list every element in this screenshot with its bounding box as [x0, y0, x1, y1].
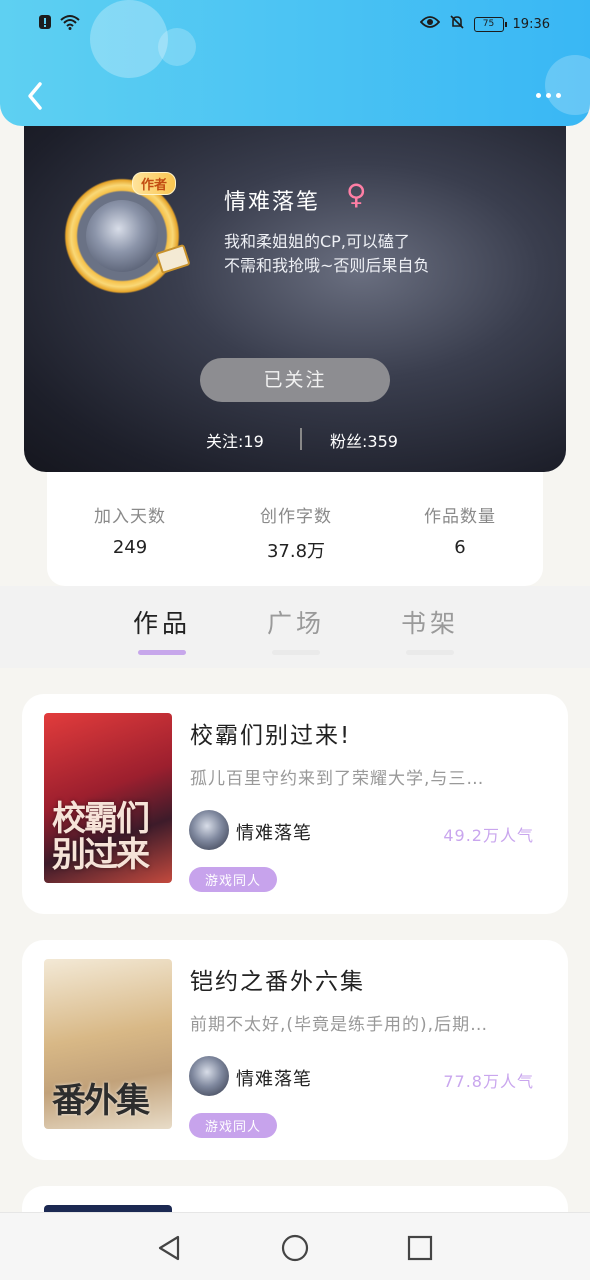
- popularity: 77.8万人气: [443, 1072, 534, 1091]
- author-name[interactable]: 情难落笔: [236, 1065, 312, 1091]
- following-count[interactable]: 关注:19: [206, 428, 264, 452]
- avatar: [86, 200, 158, 272]
- genre-tag[interactable]: 游戏同人: [189, 867, 278, 892]
- tab-bar: 作品 广场 书架: [0, 586, 590, 668]
- battery-indicator: 75: [473, 17, 507, 32]
- author-avatar-frame[interactable]: 作者: [62, 168, 191, 296]
- tab-label: 广场: [266, 609, 325, 638]
- genre-tag[interactable]: 游戏同人: [189, 1113, 278, 1138]
- stat-value: 249: [112, 537, 148, 558]
- wifi-icon: [60, 14, 80, 35]
- status-bar: 75 19:36: [0, 10, 590, 40]
- work-card[interactable]: 校霸们别过来 校霸们别过来! 孤儿百里守约来到了荣耀大学,与三… 情难落笔 49…: [22, 694, 568, 914]
- tab-indicator: [272, 650, 320, 655]
- cover-title: 校霸们别过来: [52, 799, 150, 875]
- top-header: 75 19:36: [0, 0, 590, 126]
- more-dots-icon: [535, 92, 541, 98]
- nav-back-icon: [158, 1235, 180, 1261]
- author-name[interactable]: 情难落笔: [236, 819, 312, 845]
- author-badge: 作者: [132, 172, 177, 195]
- stat-work-count: 作品数量 6: [400, 502, 520, 558]
- bio: 我和柔姐姐的CP,可以磕了 不需和我抢哦~否则后果自负: [224, 230, 524, 278]
- system-nav-bar: [0, 1212, 590, 1280]
- author-avatar[interactable]: [189, 1056, 229, 1096]
- username: 情难落笔: [224, 190, 321, 215]
- author-avatar[interactable]: [189, 810, 229, 850]
- fans-count[interactable]: 粉丝:359: [330, 428, 398, 452]
- book-cover[interactable]: 番外集: [44, 959, 172, 1129]
- nav-home-icon: [281, 1234, 309, 1262]
- tab-bookshelf[interactable]: 书架: [390, 604, 470, 655]
- popularity: 49.2万人气: [443, 826, 534, 845]
- book-cover[interactable]: 校霸们别过来: [44, 713, 172, 883]
- bell-mute-icon: [449, 14, 465, 35]
- stats-card: 加入天数 249 创作字数 37.8万 作品数量 6: [47, 472, 543, 586]
- nav-recent-icon: [407, 1235, 433, 1261]
- stat-join-days: 加入天数 249: [70, 502, 190, 558]
- work-title[interactable]: 铠约之番外六集: [190, 962, 365, 996]
- bio-line: 我和柔姐姐的CP,可以磕了: [224, 232, 410, 251]
- clock: 19:36: [512, 17, 550, 32]
- stat-label: 加入天数: [94, 507, 166, 527]
- divider: [300, 428, 302, 450]
- work-card[interactable]: 番外集 铠约之番外六集 前期不太好,(毕竟是练手用的),后期… 情难落笔 77.…: [22, 940, 568, 1160]
- work-title[interactable]: 校霸们别过来!: [190, 716, 351, 750]
- eye-icon: [419, 15, 440, 34]
- work-description: 前期不太好,(毕竟是练手用的),后期…: [190, 1015, 489, 1035]
- tab-indicator: [406, 650, 454, 655]
- nav-home-button[interactable]: [278, 1231, 312, 1265]
- more-button[interactable]: [530, 80, 566, 110]
- stat-value: 6: [454, 537, 466, 558]
- nav-back-button[interactable]: [152, 1231, 186, 1265]
- tab-indicator: [138, 650, 186, 655]
- tab-label: 书架: [400, 609, 459, 638]
- stat-value: 37.8万: [266, 541, 326, 562]
- nav-recent-button[interactable]: [403, 1231, 437, 1265]
- profile-card: 作者 情难落笔 ♀ 我和柔姐姐的CP,可以磕了 不需和我抢哦~否则后果自负 已关…: [24, 126, 566, 472]
- chevron-left-icon: [28, 82, 42, 110]
- cover-title: 番外集: [52, 1081, 150, 1121]
- female-icon: ♀: [346, 178, 367, 211]
- alert-icon: [38, 14, 52, 35]
- follow-stats: 关注:19 粉丝:359: [24, 426, 566, 452]
- stat-word-count: 创作字数 37.8万: [236, 502, 356, 563]
- stat-label: 作品数量: [424, 507, 496, 527]
- tab-plaza[interactable]: 广场: [256, 604, 336, 655]
- follow-button[interactable]: 已关注: [200, 358, 390, 402]
- bio-line: 不需和我抢哦~否则后果自负: [224, 256, 430, 275]
- back-button[interactable]: [18, 76, 52, 116]
- tab-label: 作品: [132, 609, 191, 638]
- tab-works[interactable]: 作品: [122, 604, 202, 655]
- work-description: 孤儿百里守约来到了荣耀大学,与三…: [190, 769, 485, 789]
- stat-label: 创作字数: [260, 507, 332, 527]
